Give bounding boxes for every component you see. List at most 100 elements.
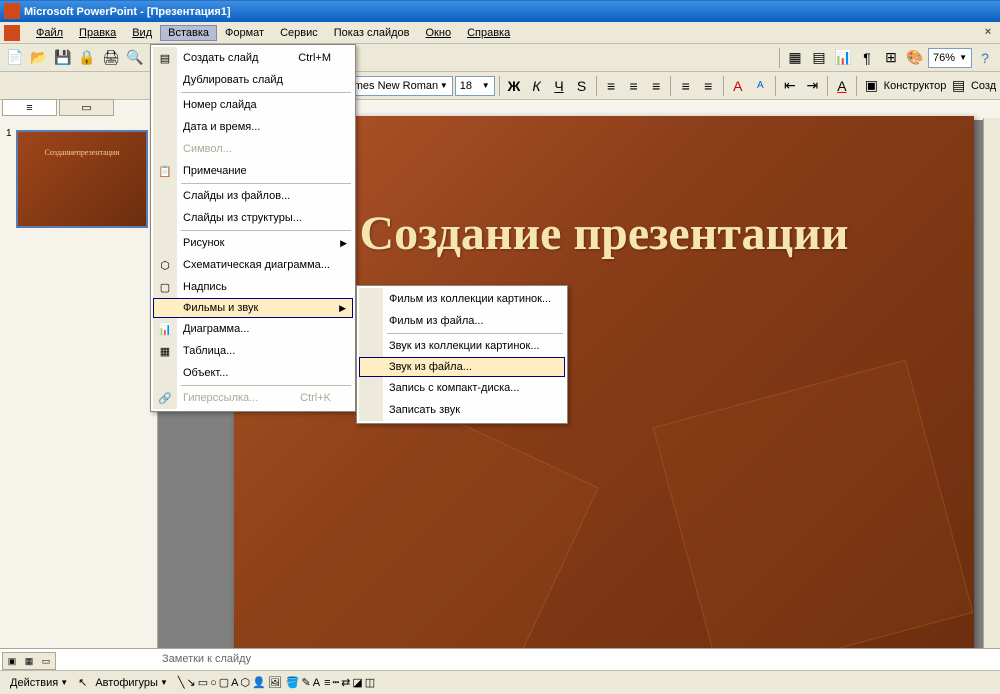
increase-font-icon[interactable]: A [727, 75, 748, 97]
font-color-icon2[interactable]: A [313, 677, 320, 689]
oval-icon[interactable]: ○ [210, 677, 217, 689]
tab-outline[interactable]: ≡ [2, 99, 57, 116]
font-size-combo[interactable]: 18▼ [455, 76, 495, 96]
color-icon[interactable]: 🎨 [904, 47, 926, 69]
mi-diagram[interactable]: ⬡Схематическая диаграмма... [153, 254, 353, 276]
align-center-icon[interactable]: ≡ [623, 75, 644, 97]
mi-slides-from-files[interactable]: Слайды из файлов... [153, 185, 353, 207]
mi-movies-sound[interactable]: Фильмы и звук▶ [153, 298, 353, 318]
menu-tools[interactable]: Сервис [272, 25, 326, 41]
menu-help[interactable]: Справка [459, 25, 518, 41]
shadow-style-icon[interactable]: ◪ [352, 676, 362, 689]
menu-window[interactable]: Окно [418, 25, 460, 41]
mi-date-time[interactable]: Дата и время... [153, 116, 353, 138]
decrease-indent-icon[interactable]: ⇤ [780, 75, 801, 97]
mi-chart[interactable]: 📊Диаграмма... [153, 318, 353, 340]
open-icon[interactable]: 📂 [28, 47, 50, 69]
new-slide-label[interactable]: Созд [971, 80, 996, 92]
mi-slide-number[interactable]: Номер слайда [153, 94, 353, 116]
slide-thumbnail[interactable]: Созданиепрезентации [16, 130, 148, 228]
menu-edit[interactable]: Правка [71, 25, 124, 41]
wordart-icon[interactable]: A [231, 677, 238, 689]
line-icon[interactable]: ╲ [178, 676, 185, 689]
help-icon[interactable]: ? [974, 47, 996, 69]
mi-movie-file[interactable]: Фильм из файла... [359, 310, 565, 332]
menu-file[interactable]: Файл [28, 25, 71, 41]
select-icon[interactable]: ↖ [78, 676, 87, 689]
new-icon[interactable]: 📄 [4, 47, 26, 69]
show-hide-icon[interactable]: ¶ [856, 47, 878, 69]
decrease-font-icon[interactable]: A [750, 75, 771, 97]
line-style-icon[interactable]: ≡ [324, 677, 330, 689]
menu-insert[interactable]: Вставка [160, 25, 217, 41]
diagram-icon[interactable]: ⬡ [241, 676, 251, 689]
font-color-icon[interactable]: A [832, 75, 853, 97]
actions-menu[interactable]: Действия▼ [4, 675, 74, 691]
mi-new-slide[interactable]: ▤Создать слайдCtrl+M [153, 47, 353, 69]
menu-slideshow[interactable]: Показ слайдов [326, 25, 418, 41]
slide-title-text[interactable]: Создание презентации [359, 206, 848, 261]
mi-duplicate-slide[interactable]: Дублировать слайд [153, 69, 353, 91]
save-icon[interactable]: 💾 [52, 47, 74, 69]
notes-pane[interactable]: Заметки к слайду [0, 648, 1000, 670]
chart-icon: 📊 [157, 321, 173, 337]
bold-button[interactable]: Ж [504, 75, 525, 97]
arrow-icon[interactable]: ↘ [186, 676, 195, 689]
picture-icon[interactable]: 🖼 [268, 676, 282, 689]
mi-movie-gallery[interactable]: Фильм из коллекции картинок... [359, 288, 565, 310]
permission-icon[interactable]: 🔒 [76, 47, 98, 69]
rectangle-icon[interactable]: ▭ [198, 676, 208, 689]
new-slide-icon[interactable]: ▤ [948, 75, 969, 97]
show-grid-icon[interactable]: ⊞ [880, 47, 902, 69]
design-icon[interactable]: ▣ [861, 75, 882, 97]
autoshapes-menu[interactable]: Автофигуры▼ [89, 675, 174, 691]
print-icon[interactable]: 🖨 [100, 47, 122, 69]
sorter-view-icon[interactable]: ▦ [21, 654, 37, 668]
zoom-combo[interactable]: 76%▼ [928, 48, 972, 68]
view-buttons: ▣ ▦ ▭ [2, 652, 56, 670]
mi-sound-gallery[interactable]: Звук из коллекции картинок... [359, 335, 565, 357]
tables-borders-icon[interactable]: ▤ [808, 47, 830, 69]
vertical-scrollbar[interactable] [983, 118, 1000, 648]
line-color-icon[interactable]: ✎ [302, 676, 311, 689]
menu-view[interactable]: Вид [124, 25, 160, 41]
designer-label[interactable]: Конструктор [884, 80, 947, 92]
titlebar: Microsoft PowerPoint - [Презентация1] [0, 0, 1000, 22]
italic-button[interactable]: К [526, 75, 547, 97]
mi-picture[interactable]: Рисунок▶ [153, 232, 353, 254]
shadow-button[interactable]: S [571, 75, 592, 97]
bullets-icon[interactable]: ≡ [698, 75, 719, 97]
movies-sound-submenu: Фильм из коллекции картинок... Фильм из … [356, 285, 568, 424]
clipart-icon[interactable]: 👤 [252, 676, 266, 689]
mi-record-sound[interactable]: Записать звук [359, 399, 565, 421]
mi-comment[interactable]: 📋Примечание [153, 160, 353, 182]
mi-object[interactable]: Объект... [153, 362, 353, 384]
font-name-combo[interactable]: Times New Roman▼ [340, 76, 453, 96]
close-document-button[interactable]: × [980, 26, 996, 40]
mi-textbox[interactable]: ▢Надпись [153, 276, 353, 298]
dash-style-icon[interactable]: ┅ [332, 676, 339, 689]
tab-slides[interactable]: ▭ [59, 99, 114, 116]
3d-style-icon[interactable]: ◫ [365, 676, 375, 689]
textbox-icon[interactable]: ▢ [219, 676, 229, 689]
align-right-icon[interactable]: ≡ [646, 75, 667, 97]
align-left-icon[interactable]: ≡ [601, 75, 622, 97]
mi-slides-from-outline[interactable]: Слайды из структуры... [153, 207, 353, 229]
arrow-style-icon[interactable]: ⇄ [341, 676, 350, 689]
table-icon[interactable]: ▦ [784, 47, 806, 69]
mi-cd-audio[interactable]: Запись с компакт-диска... [359, 377, 565, 399]
chart-icon[interactable]: 📊 [832, 47, 854, 69]
document-icon[interactable] [4, 25, 20, 41]
menu-format[interactable]: Формат [217, 25, 272, 41]
mi-table[interactable]: ▦Таблица... [153, 340, 353, 362]
numbering-icon[interactable]: ≡ [675, 75, 696, 97]
normal-view-icon[interactable]: ▣ [4, 654, 20, 668]
mi-sound-file[interactable]: Звук из файла... [359, 357, 565, 377]
fill-color-icon[interactable]: 🪣 [286, 676, 300, 689]
preview-icon[interactable]: 🔍 [124, 47, 146, 69]
slideshow-view-icon[interactable]: ▭ [38, 654, 54, 668]
increase-indent-icon[interactable]: ⇥ [802, 75, 823, 97]
slide-number: 1 [6, 128, 12, 139]
mi-hyperlink: 🔗Гиперссылка...Ctrl+K [153, 387, 353, 409]
underline-button[interactable]: Ч [549, 75, 570, 97]
